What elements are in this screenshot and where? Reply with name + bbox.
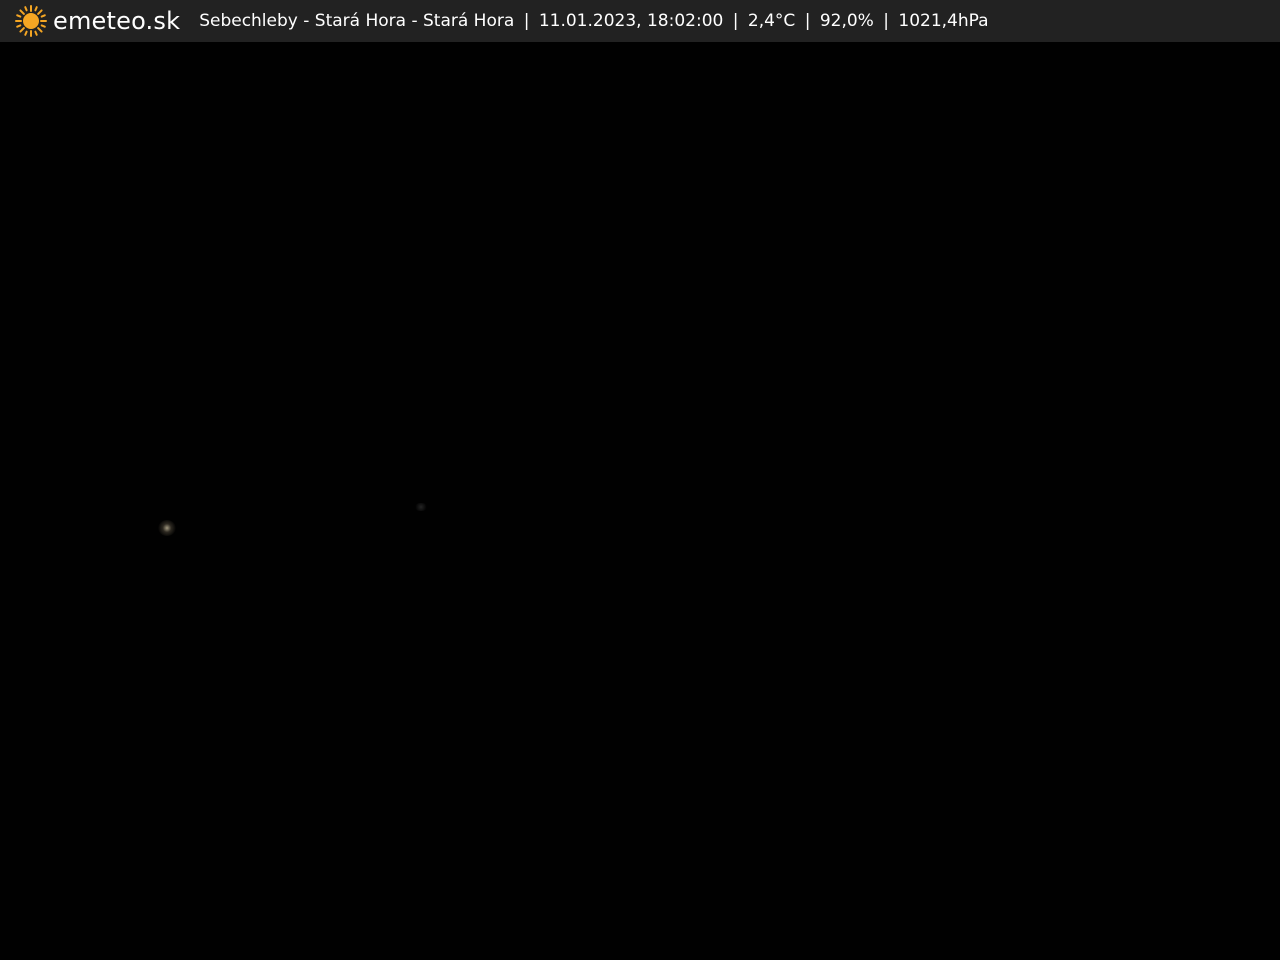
separator: | <box>883 11 889 31</box>
site-logo[interactable]: emeteo.sk <box>14 4 180 38</box>
distant-light <box>158 520 176 536</box>
pressure-value: 1021,4hPa <box>898 11 989 31</box>
observation-datetime: 11.01.2023, 18:02:00 <box>538 11 724 31</box>
separator: | <box>732 11 739 31</box>
separator: | <box>804 11 811 31</box>
info-bar: emeteo.sk Sebechleby - Stará Hora - Star… <box>0 0 1280 42</box>
separator: | <box>523 11 530 31</box>
station-location: Sebechleby - Stará Hora - Stará Hora <box>199 11 515 31</box>
station-info: Sebechleby - Stará Hora - Stará Hora | 1… <box>199 11 988 31</box>
humidity-value: 92,0% <box>819 11 874 31</box>
faint-light <box>414 503 428 511</box>
sun-icon <box>15 5 47 37</box>
temperature-value: 2,4°C <box>747 11 796 31</box>
webcam-frame: emeteo.sk Sebechleby - Stará Hora - Star… <box>0 0 1280 960</box>
brand-name[interactable]: emeteo.sk <box>53 7 180 35</box>
webcam-night-image <box>0 42 1280 960</box>
